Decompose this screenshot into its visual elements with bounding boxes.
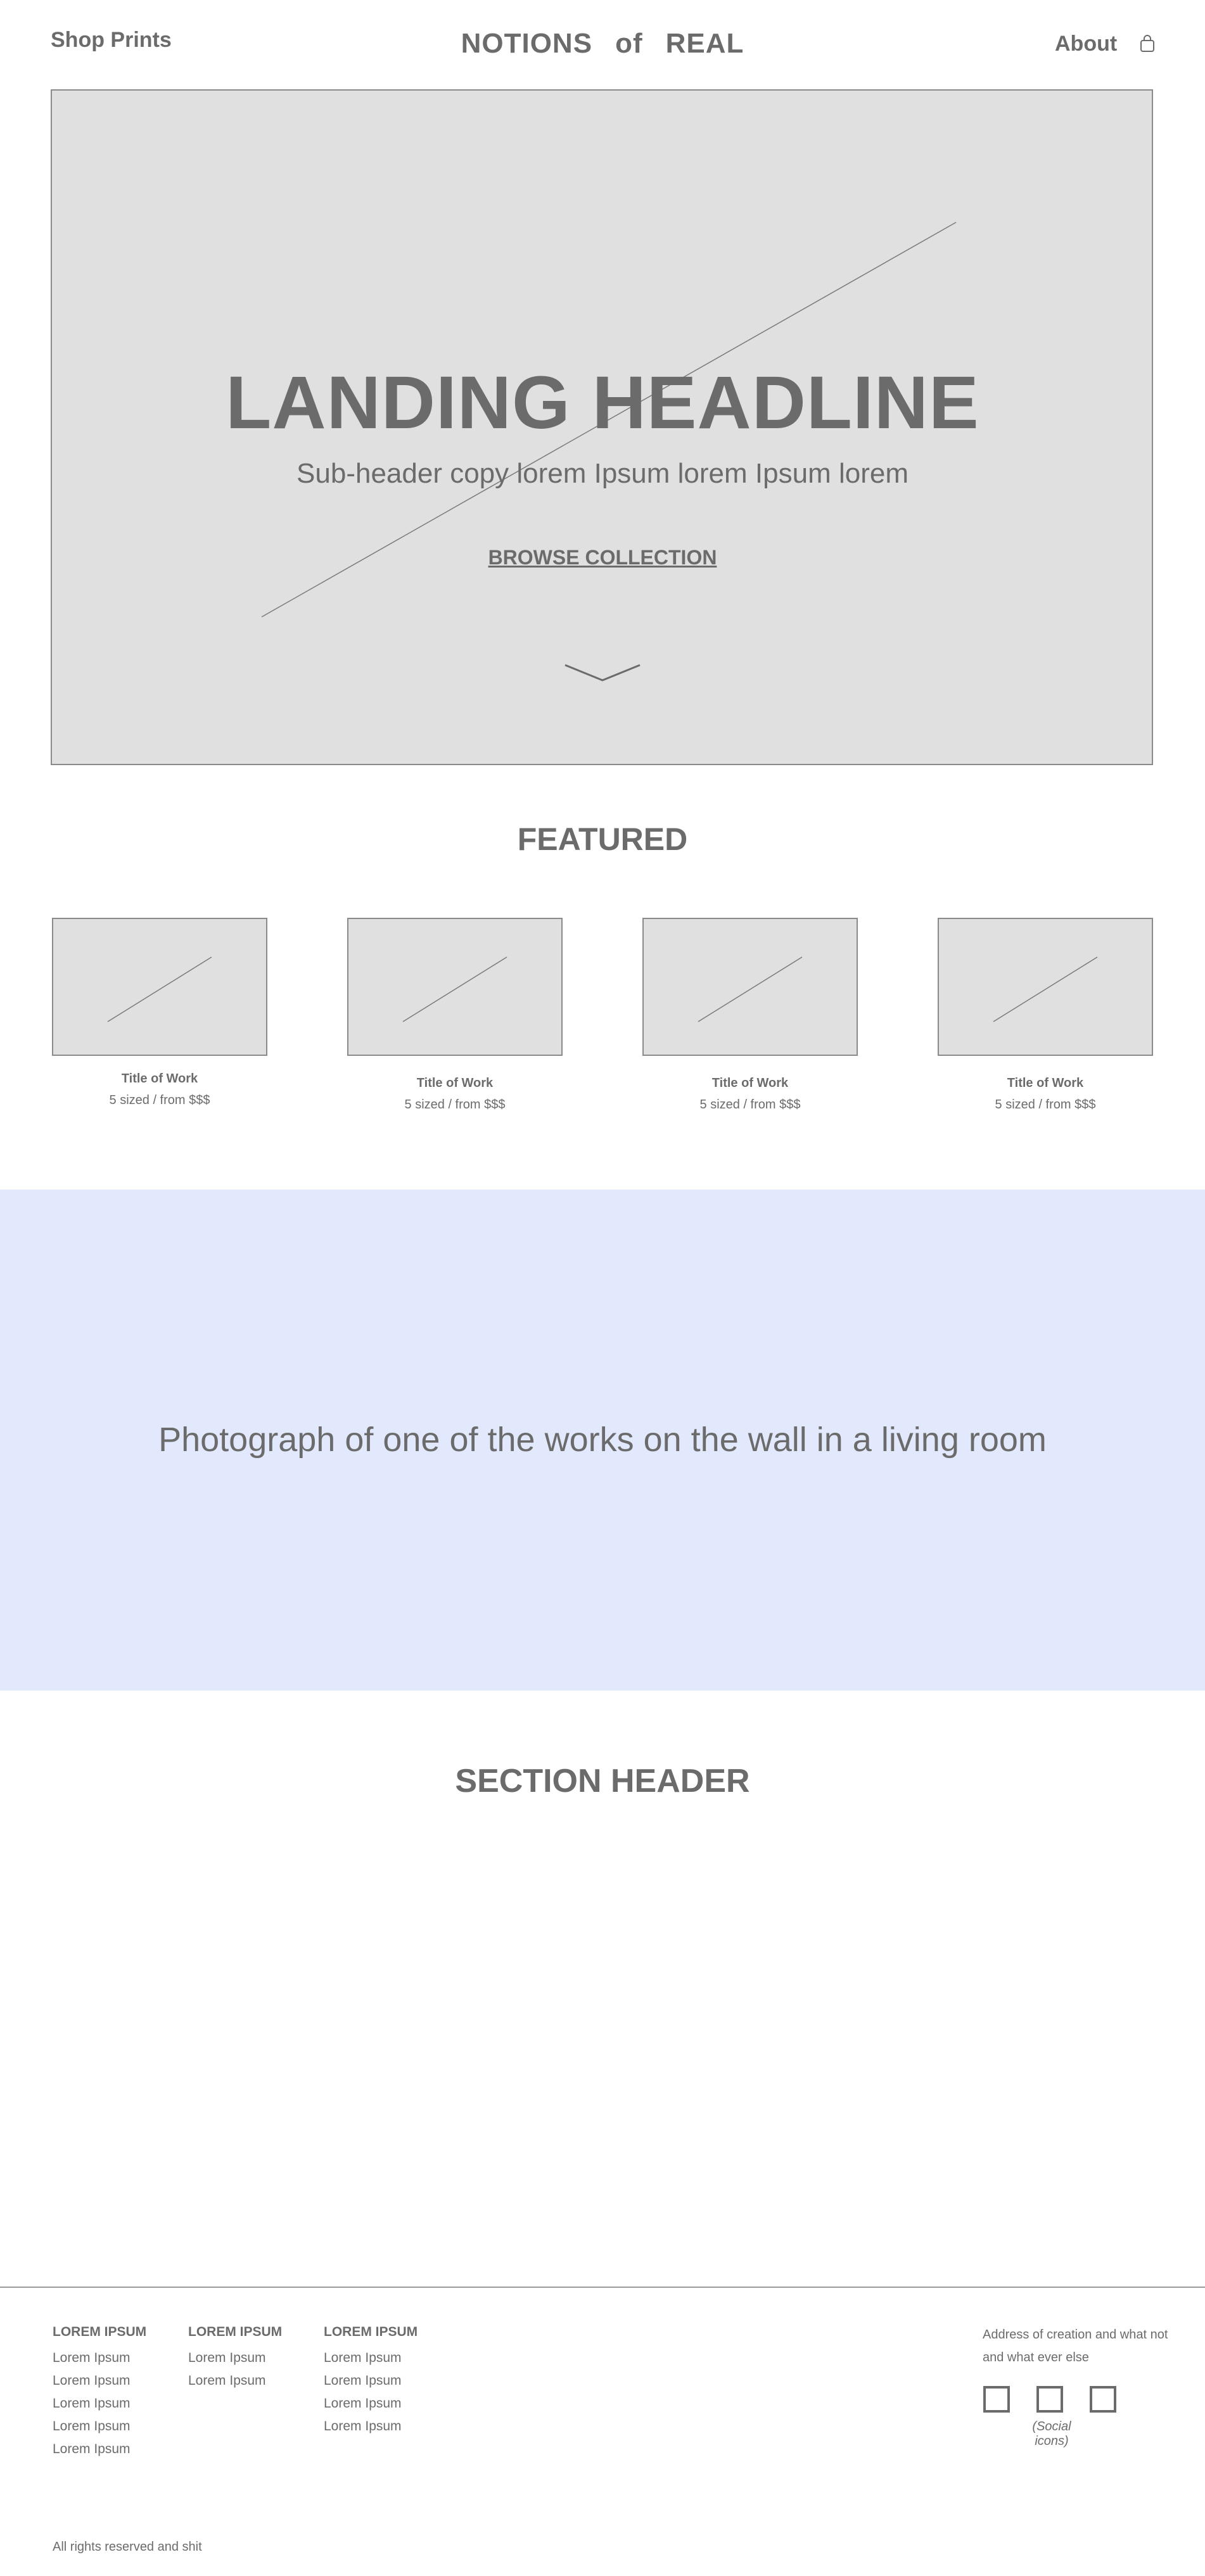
brand-word: REAL	[665, 28, 744, 59]
footer-link[interactable]: Lorem Ipsum	[188, 2370, 282, 2392]
footer-divider	[0, 2287, 1205, 2288]
featured-card-image[interactable]	[347, 918, 563, 1056]
footer-link[interactable]: Lorem Ipsum	[324, 2415, 418, 2438]
footer-column: LOREM IPSUM Lorem Ipsum Lorem Ipsum Lore…	[53, 2325, 146, 2461]
footer-link[interactable]: Lorem Ipsum	[324, 2347, 418, 2370]
footer-column: LOREM IPSUM Lorem Ipsum Lorem Ipsum	[188, 2325, 282, 2392]
featured-card-image[interactable]	[642, 918, 858, 1056]
featured-card-title[interactable]: Title of Work	[938, 1077, 1153, 1089]
featured-card-title[interactable]: Title of Work	[642, 1077, 858, 1089]
hero-subheader: Sub-header copy lorem Ipsum lorem Ipsum …	[296, 458, 909, 489]
social-icon[interactable]	[983, 2386, 1010, 2413]
footer-column-heading: LOREM IPSUM	[324, 2325, 418, 2339]
footer-link[interactable]: Lorem Ipsum	[324, 2370, 418, 2392]
footer-column: LOREM IPSUM Lorem Ipsum Lorem Ipsum Lore…	[324, 2325, 418, 2438]
footer-link[interactable]: Lorem Ipsum	[53, 2415, 146, 2438]
image-placeholder-line	[993, 956, 1098, 1022]
chevron-down-icon[interactable]	[564, 662, 641, 683]
hero-headline: LANDING HEADLINE	[226, 361, 979, 445]
featured-card-title[interactable]: Title of Work	[52, 1072, 267, 1085]
social-icons-caption: (Social icons)	[1032, 2420, 1071, 2448]
footer-column-heading: LOREM IPSUM	[53, 2325, 147, 2339]
featured-title: FEATURED	[517, 822, 688, 857]
featured-card-title[interactable]: Title of Work	[347, 1077, 563, 1089]
copyright-text: All rights reserved and shit	[53, 2540, 202, 2554]
footer-link[interactable]: Lorem Ipsum	[53, 2347, 146, 2370]
featured-card-price: 5 sized / from $$$	[404, 1098, 506, 1112]
featured-card-image[interactable]	[52, 918, 267, 1056]
footer-address: Address of creation and what not and wha…	[983, 2328, 1168, 2364]
footer-link[interactable]: Lorem Ipsum	[53, 2392, 146, 2415]
social-icon[interactable]	[1036, 2386, 1063, 2413]
browse-collection-link[interactable]: BROWSE COLLECTION	[51, 547, 1154, 568]
footer-column-heading: LOREM IPSUM	[188, 2325, 283, 2339]
footer-link[interactable]: Lorem Ipsum	[53, 2438, 146, 2461]
brand-word: NOTIONS	[461, 28, 593, 59]
featured-card-image[interactable]	[938, 918, 1153, 1056]
featured-card-price: 5 sized / from $$$	[699, 1098, 801, 1112]
image-placeholder-line	[698, 956, 803, 1022]
brand-word: of	[615, 28, 643, 59]
brand-logo[interactable]: NOTIONS of REAL	[0, 28, 1205, 60]
featured-card-price: 5 sized / from $$$	[995, 1098, 1096, 1112]
footer-link[interactable]: Lorem Ipsum	[188, 2347, 282, 2370]
shopping-bag-icon[interactable]	[1139, 34, 1156, 53]
photo-placeholder-caption: Photograph of one of the works on the wa…	[158, 1421, 1047, 1459]
image-placeholder-line	[107, 956, 212, 1022]
section-header: SECTION HEADER	[455, 1763, 750, 1799]
social-icon[interactable]	[1090, 2386, 1116, 2413]
footer-link[interactable]: Lorem Ipsum	[324, 2392, 418, 2415]
image-placeholder-line	[402, 956, 507, 1022]
about-link[interactable]: About	[1055, 32, 1117, 56]
footer-link[interactable]: Lorem Ipsum	[53, 2370, 146, 2392]
featured-card-price: 5 sized / from $$$	[109, 1093, 210, 1107]
